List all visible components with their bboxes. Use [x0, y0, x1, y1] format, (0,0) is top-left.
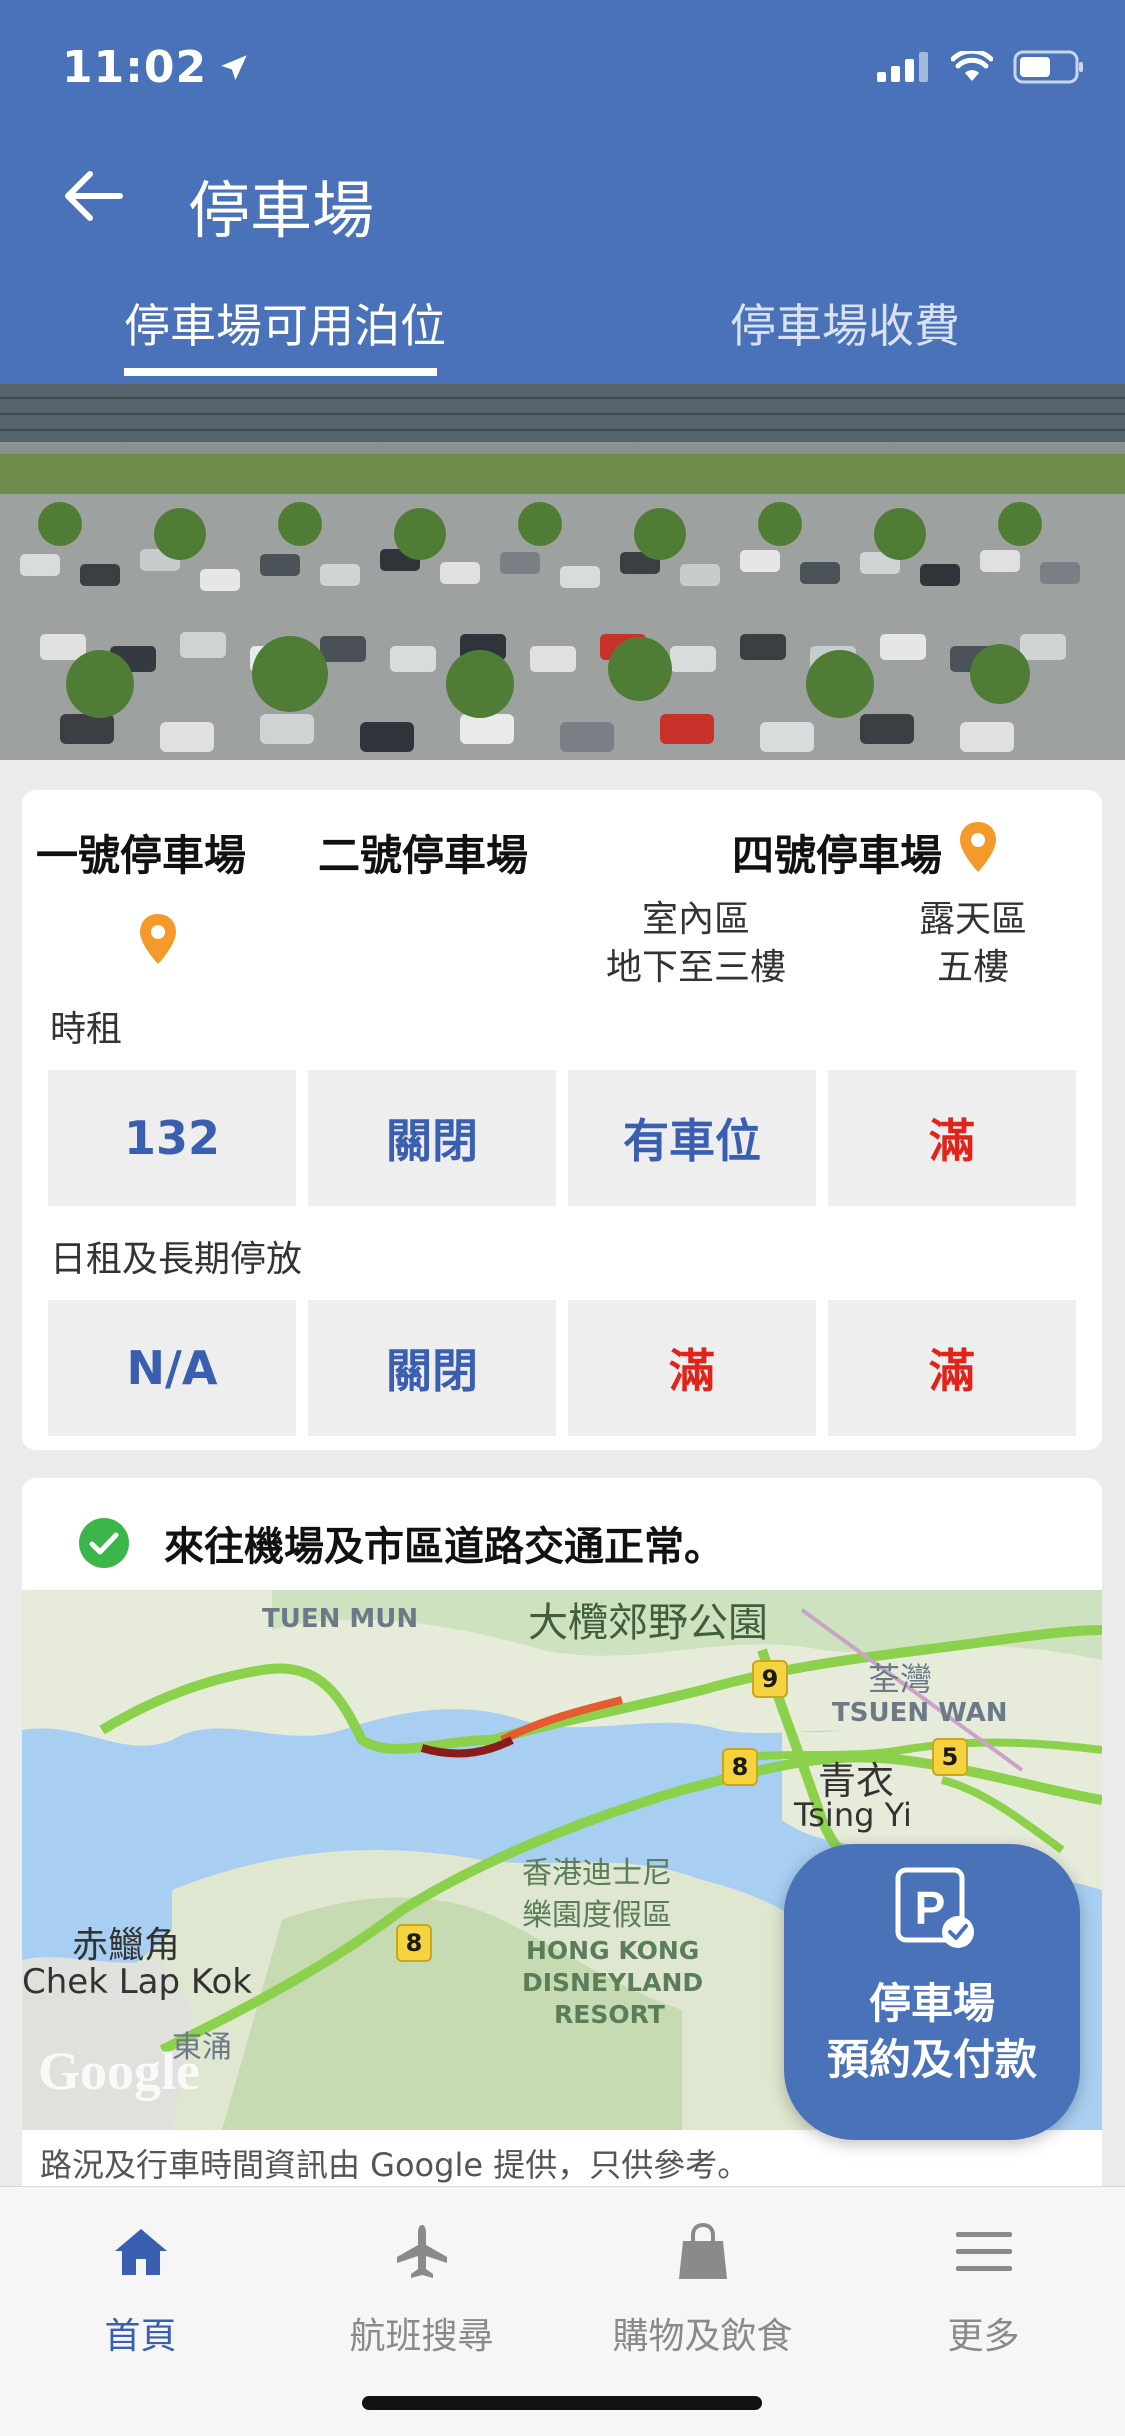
- svg-text:P: P: [915, 1882, 946, 1934]
- map-label-tai-lam: 大欖郊野公園: [528, 1600, 768, 1646]
- hourly-lot1-value: 132: [48, 1070, 296, 1206]
- status-indicators: [877, 50, 1085, 84]
- map-label-tsuen-wan-en: TSUEN WAN: [832, 1698, 1008, 1728]
- car-park-photo: [0, 384, 1125, 760]
- hourly-lot4-outdoor-value: 滿: [828, 1070, 1076, 1206]
- nav-home[interactable]: 首頁: [0, 2217, 281, 2359]
- signal-icon: [877, 52, 928, 82]
- nav-flight-search-label: 航班搜尋: [349, 2316, 494, 2357]
- map-label-disney-en3: RESORT: [554, 2000, 665, 2029]
- zone-outdoor-line2: 五樓: [936, 947, 1009, 988]
- map-label-tsuen-wan-zh: 荃灣: [868, 1660, 933, 1698]
- active-tab-indicator: [124, 368, 437, 376]
- daily-lot1-value: N/A: [48, 1300, 296, 1436]
- nav-shopping-dining[interactable]: 購物及飲食: [562, 2217, 843, 2359]
- tab-availability[interactable]: 停車場可用泊位: [124, 290, 446, 356]
- map-label-clk-zh: 赤鱲角: [72, 1925, 181, 1966]
- map-label-disney-en1: HONG KONG: [526, 1936, 700, 1965]
- route-shield-8a: 8: [722, 1748, 758, 1786]
- clock-text: 11:02: [62, 42, 208, 93]
- zone-outdoor: 露天區 五樓: [846, 896, 1100, 992]
- battery-icon: [1013, 50, 1083, 84]
- lot4-name: 四號停車場: [732, 831, 943, 880]
- daily-lot4-indoor-value: 滿: [568, 1300, 816, 1436]
- check-circle-icon: [79, 1518, 129, 1568]
- zone-indoor-line2: 地下至三樓: [605, 947, 786, 988]
- parking-booking-button[interactable]: P 停車場 預約及付款: [784, 1844, 1080, 2140]
- wifi-icon: [951, 51, 993, 81]
- hourly-lot4-indoor-value: 有車位: [568, 1070, 816, 1206]
- zone-indoor: 室內區 地下至三樓: [570, 896, 822, 992]
- parking-availability-card: 一號停車場 二號停車場 四號停車場 室內區 地下至三樓 露天區 五樓 時租 13…: [22, 790, 1102, 1450]
- location-arrow-icon: [221, 54, 247, 80]
- tab-parking-fee[interactable]: 停車場收費: [730, 290, 960, 356]
- app-header: 11:02 停車場 停車場可用泊位 停車場收費: [0, 0, 1125, 384]
- zone-outdoor-line1: 露天區: [918, 899, 1027, 940]
- arrow-left-icon: [65, 171, 123, 221]
- back-button[interactable]: [52, 156, 132, 236]
- traffic-status: 來往機場及市區道路交通正常。: [78, 1514, 724, 1572]
- route-shield-5: 5: [932, 1738, 968, 1776]
- map-label-disney-zh1: 香港迪士尼: [522, 1856, 672, 1891]
- hourly-lot2-value: 關閉: [308, 1070, 556, 1206]
- lot1-location-pin-icon[interactable]: [138, 912, 178, 966]
- lot2-name: 二號停車場: [318, 831, 529, 880]
- nav-home-label: 首頁: [104, 2316, 177, 2357]
- map-label-clk-en: Chek Lap Kok: [22, 1962, 252, 2002]
- map-caption: 路況及行車時間資訊由 Google 提供，只供參考。: [40, 2146, 750, 2184]
- daily-lot2-value: 關閉: [308, 1300, 556, 1436]
- daily-lot4-outdoor-value: 滿: [828, 1300, 1076, 1436]
- route-shield-8b: 8: [396, 1924, 432, 1962]
- lot4-location-pin-icon[interactable]: [958, 820, 998, 874]
- page-title: 停車場: [188, 174, 375, 247]
- shopping-bag-icon: [678, 2223, 727, 2279]
- nav-more[interactable]: 更多: [843, 2217, 1124, 2359]
- parking-check-icon: P: [895, 1867, 974, 1948]
- menu-icon: [955, 2232, 1012, 2271]
- fab-label-line2: 預約及付款: [826, 2035, 1037, 2084]
- map-label-disney-en2: DISNEYLAND: [522, 1968, 704, 1997]
- zone-indoor-line1: 室內區: [641, 899, 750, 940]
- traffic-status-text: 來往機場及市區道路交通正常。: [164, 1524, 724, 1570]
- plane-icon: [396, 2225, 447, 2278]
- fab-label-line1: 停車場: [868, 1979, 995, 2028]
- tab-bar: 停車場可用泊位 停車場收費: [0, 290, 1125, 384]
- nav-flight-search[interactable]: 航班搜尋: [281, 2217, 562, 2359]
- lot1-name: 一號停車場: [36, 831, 247, 880]
- daily-label: 日租及長期停放: [50, 1239, 303, 1280]
- nav-shopping-dining-label: 購物及飲食: [612, 2316, 793, 2357]
- home-icon: [114, 2229, 167, 2275]
- route-shield-9: 9: [752, 1660, 788, 1698]
- map-label-tuen-mun: TUEN MUN: [262, 1604, 419, 1634]
- map-label-tsing-yi-en: Tsing Yi: [794, 1796, 912, 1834]
- home-indicator: [362, 2396, 762, 2410]
- status-time: 11:02: [62, 42, 251, 93]
- nav-more-label: 更多: [947, 2316, 1020, 2357]
- map-label-disney-zh2: 樂園度假區: [522, 1898, 672, 1933]
- google-logo: Google: [38, 2041, 200, 2101]
- hourly-label: 時租: [50, 1009, 123, 1050]
